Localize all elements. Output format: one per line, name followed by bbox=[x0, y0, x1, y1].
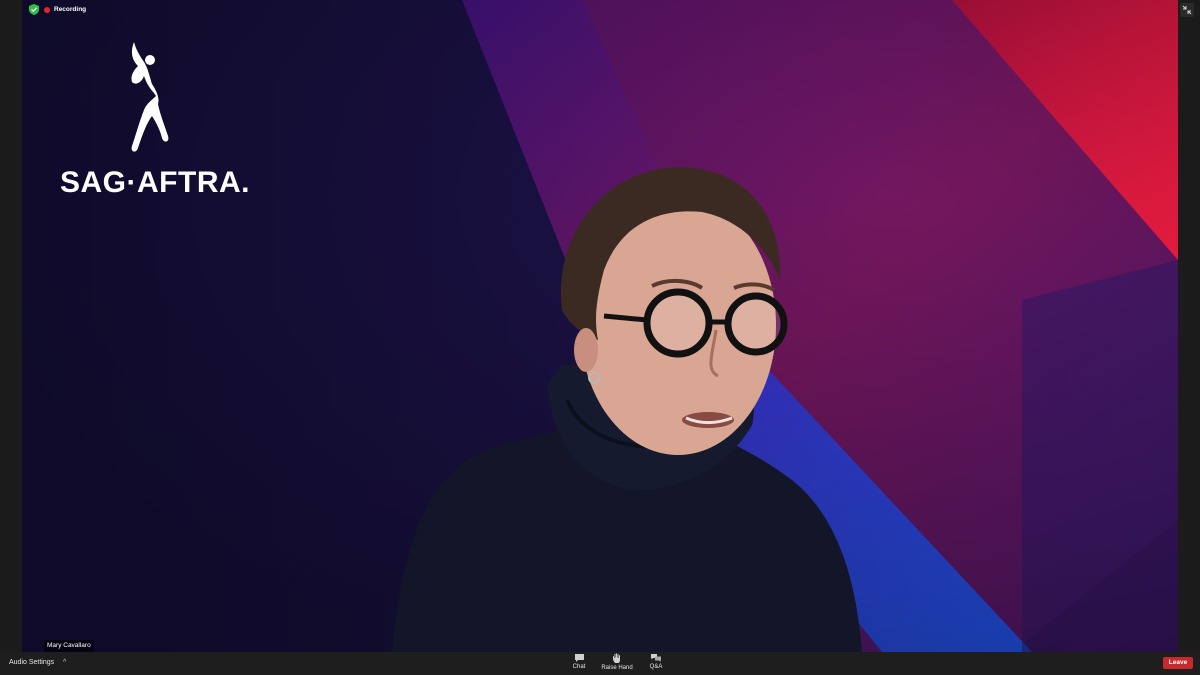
raise-hand-button[interactable]: Raise Hand bbox=[600, 653, 634, 674]
exit-fullscreen-icon[interactable] bbox=[1180, 3, 1194, 17]
meeting-status-bar: Recording bbox=[0, 0, 1200, 20]
chat-button[interactable]: Chat bbox=[570, 653, 588, 674]
raise-hand-label: Raise Hand bbox=[601, 665, 633, 671]
qa-button[interactable]: Q&A bbox=[647, 653, 665, 674]
participant-name-tag: Mary Cavallaro bbox=[44, 640, 94, 652]
chat-label: Chat bbox=[572, 664, 586, 670]
meeting-toolbar: Audio Settings ^ Chat Raise Hand Q&A Lea… bbox=[0, 652, 1200, 675]
shield-check-icon[interactable] bbox=[29, 4, 39, 15]
qa-label: Q&A bbox=[649, 664, 663, 670]
chat-icon bbox=[574, 654, 584, 662]
recording-indicator[interactable]: Recording bbox=[44, 4, 86, 16]
recording-label: Recording bbox=[54, 6, 87, 13]
zoom-meeting-window: Recording SAG·AFTRA. Mary Cavallaro Audi… bbox=[0, 0, 1200, 675]
raise-hand-icon bbox=[613, 653, 620, 663]
audio-settings-button[interactable]: Audio Settings bbox=[9, 658, 54, 668]
speaker-person bbox=[392, 167, 862, 652]
leave-button[interactable]: Leave bbox=[1163, 657, 1193, 669]
qa-icon bbox=[651, 654, 661, 662]
speaker-video: SAG·AFTRA. Mary Cavallaro bbox=[22, 0, 1178, 652]
sag-aftra-wordmark: SAG·AFTRA. bbox=[60, 166, 250, 199]
audio-options-caret-icon[interactable]: ^ bbox=[63, 658, 66, 668]
recording-dot-icon bbox=[44, 7, 50, 13]
